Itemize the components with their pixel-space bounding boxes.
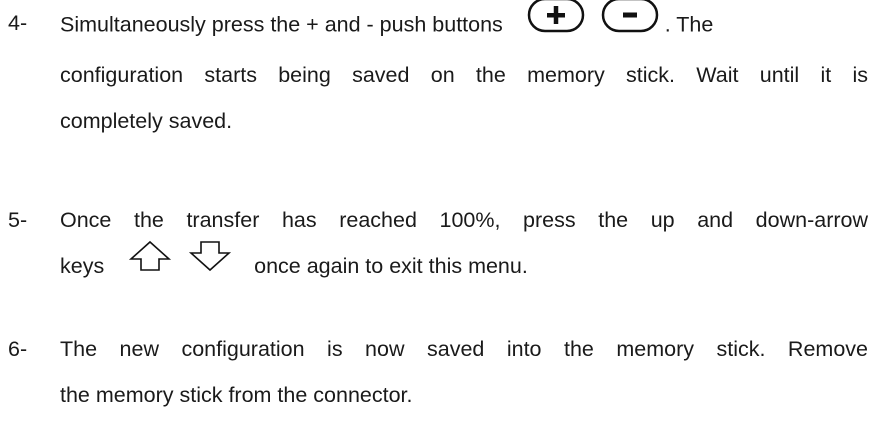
step-line: The new configuration is now saved into …: [60, 337, 868, 361]
step-line: Once the transfer has reached 100%, pres…: [60, 208, 868, 232]
step-number: 5-: [8, 208, 28, 232]
step-text-segment: once again to exit this menu.: [254, 254, 528, 278]
step-5: 5- Once the transfer has reached 100%, p…: [8, 197, 868, 291]
step-line: keys once again to exit this menu.: [60, 240, 868, 291]
step-text-segment: Simultaneously press the + and - push bu…: [60, 12, 503, 37]
down-arrow-key-icon: [188, 240, 232, 288]
minus-button-icon: [601, 0, 659, 49]
up-arrow-key-icon: [128, 240, 172, 288]
step-line: Simultaneously press the + and - push bu…: [60, 0, 868, 52]
step-text: Once the transfer has reached 100%, pres…: [60, 197, 868, 291]
step-number: 4-: [8, 11, 28, 35]
step-line: configuration starts being saved on the …: [60, 63, 868, 87]
step-number: 6-: [8, 337, 28, 361]
step-text: The new configuration is now saved into …: [60, 326, 868, 418]
step-6: 6- The new configuration is now saved in…: [8, 326, 868, 418]
step-text: Simultaneously press the + and - push bu…: [60, 0, 868, 144]
step-4: 4- Simultaneously press the + and - push…: [8, 0, 868, 144]
step-text-segment: keys: [60, 254, 105, 278]
step-line: the memory stick from the connector.: [60, 383, 413, 407]
plus-button-icon: [527, 0, 585, 49]
step-text-segment: . The: [664, 12, 714, 37]
step-line: completely saved.: [60, 109, 233, 133]
